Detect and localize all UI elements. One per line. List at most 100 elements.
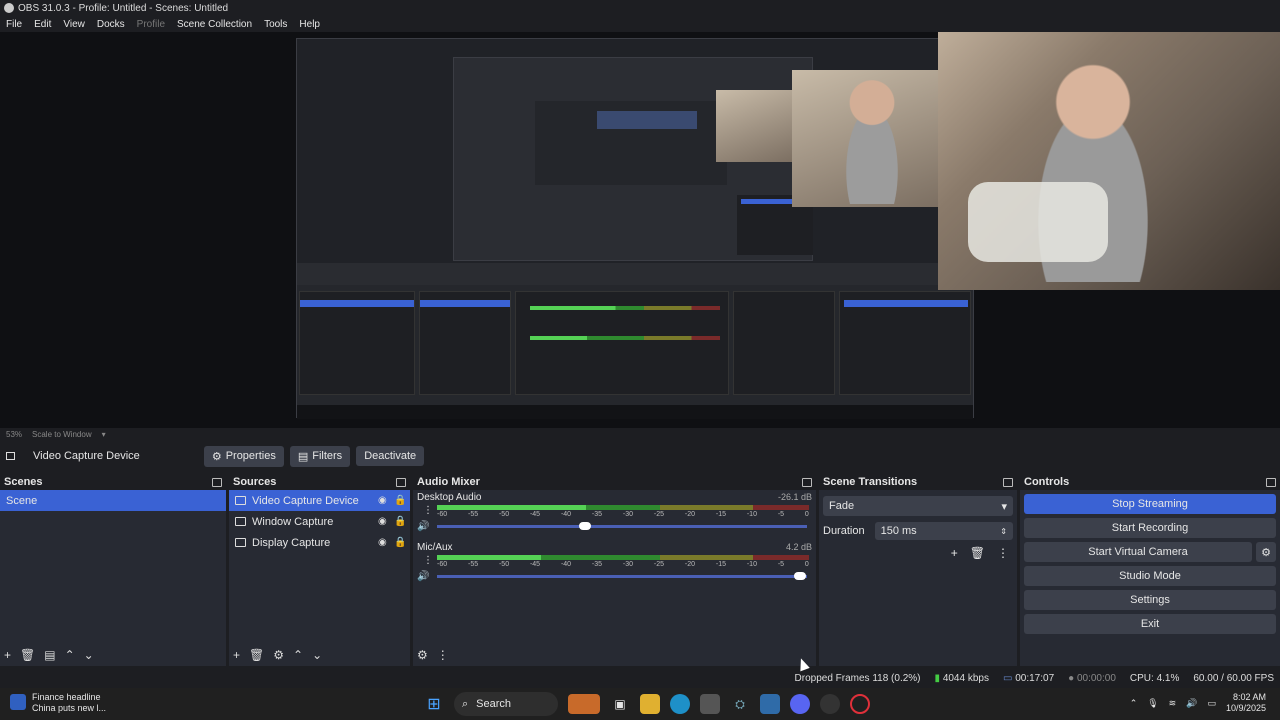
undock-icon[interactable] (396, 477, 406, 487)
undock-icon[interactable] (1266, 477, 1276, 487)
volume-knob[interactable] (794, 572, 807, 580)
clock[interactable]: 8:02 AM 10/9/2025 (1226, 692, 1266, 714)
webcam-feed (938, 32, 1280, 290)
audio-mixer-dock: Audio Mixer Desktop Audio -26.1 dB ⋮ -60 -… (413, 474, 816, 666)
channel-name: Desktop Audio (417, 492, 482, 503)
start-recording-button[interactable]: Start Recording (1024, 518, 1276, 538)
chevron-down-icon[interactable]: ▾ (102, 430, 106, 439)
microphone-icon[interactable]: 🎙 (1147, 698, 1158, 709)
deactivate-button[interactable]: Deactivate (356, 446, 425, 466)
channel-name: Mic/Aux (417, 542, 453, 553)
eye-icon[interactable]: ◉ (378, 495, 388, 506)
meter-ticks: -60 -55 -50 -45 -40 -35 -30 -25 -20 -15 -10 -5 0 (437, 511, 809, 518)
volume-slider[interactable] (437, 572, 808, 580)
meter-tick-label: -10 (746, 511, 757, 518)
lock-icon[interactable]: 🔒 (394, 495, 406, 506)
opera-icon[interactable] (850, 694, 870, 714)
scene-item[interactable]: Scene (0, 490, 226, 511)
arrow-down-icon[interactable]: ⌄ (84, 648, 94, 662)
add-icon[interactable]: + (4, 648, 11, 662)
menu-view[interactable]: View (63, 19, 85, 30)
source-item[interactable]: Display Capture ◉ 🔒 (229, 532, 410, 553)
kebab-menu-icon[interactable]: ⋮ (437, 648, 449, 662)
source-item[interactable]: Video Capture Device ◉ 🔒 (229, 490, 410, 511)
arrow-down-icon[interactable]: ⌄ (312, 648, 322, 662)
task-view-icon[interactable]: ▣ (610, 694, 630, 714)
edge-icon[interactable] (670, 694, 690, 714)
preview-canvas[interactable] (0, 32, 1280, 428)
eye-icon[interactable]: ◉ (378, 516, 388, 527)
advanced-audio-icon[interactable]: ⚙ (417, 648, 428, 662)
volume-icon[interactable]: 🔊 (1186, 698, 1197, 709)
arrow-up-icon[interactable]: ⌃ (293, 648, 303, 662)
meter-tick-label: -5 (777, 561, 785, 568)
kebab-menu-icon[interactable]: ⋮ (997, 546, 1009, 560)
kebab-menu-icon[interactable]: ⋮ (423, 555, 433, 566)
menu-bar: File Edit View Docks Profile Scene Colle… (0, 16, 1280, 32)
menu-profile[interactable]: Profile (137, 19, 165, 30)
app-icon[interactable] (700, 694, 720, 714)
volume-knob[interactable] (579, 522, 592, 530)
steam-icon[interactable]: ⛭ (730, 694, 750, 714)
controls-title: Controls (1024, 476, 1070, 488)
speaker-icon[interactable]: 🔊 (417, 571, 429, 582)
lock-icon[interactable]: 🔒 (394, 537, 406, 548)
source-item[interactable]: Window Capture ◉ 🔒 (229, 511, 410, 532)
duration-input[interactable]: 150 ms ⇕ (874, 522, 1013, 540)
kebab-menu-icon[interactable]: ⋮ (423, 505, 433, 516)
undock-icon[interactable] (212, 477, 222, 487)
pencils-icon[interactable] (568, 694, 600, 714)
chevron-up-icon[interactable]: ⌃ (1130, 698, 1138, 709)
add-icon[interactable]: + (951, 546, 958, 560)
volume-slider[interactable] (437, 522, 808, 530)
cpu-usage: CPU: 4.1% (1129, 672, 1180, 684)
wifi-icon[interactable]: ≋ (1169, 698, 1177, 709)
meter-tick-label: -25 (653, 511, 665, 518)
properties-button[interactable]: ⚙ Properties (203, 445, 284, 467)
calculator-icon[interactable] (760, 694, 780, 714)
discord-icon[interactable] (790, 694, 810, 714)
transition-select[interactable]: Fade ▾ (823, 496, 1013, 516)
settings-button[interactable]: Settings (1024, 590, 1276, 610)
trash-icon[interactable]: 🗑 (249, 648, 264, 662)
monitor-icon (235, 538, 246, 547)
undock-icon[interactable] (1003, 477, 1013, 487)
menu-edit[interactable]: Edit (34, 19, 51, 30)
meter-tick-label: -30 (622, 511, 634, 518)
nested-webcam-small (716, 90, 792, 162)
meter-tick-label: -35 (591, 561, 603, 568)
filters-button[interactable]: ▤ Filters (289, 445, 351, 467)
exit-button[interactable]: Exit (1024, 614, 1276, 634)
windows-start-icon[interactable]: ⊞ (424, 694, 444, 714)
scale-mode[interactable]: Scale to Window (32, 430, 92, 439)
eye-icon[interactable]: ◉ (378, 537, 388, 548)
meter-tick-label: -15 (715, 561, 726, 568)
filter-icon[interactable]: ▤ (44, 648, 55, 662)
taskbar-search[interactable]: ⌕ Search (454, 692, 558, 716)
lock-icon[interactable]: 🔒 (394, 516, 406, 527)
trash-icon[interactable]: 🗑 (20, 648, 35, 662)
menu-file[interactable]: File (6, 19, 22, 30)
menu-scene-collection[interactable]: Scene Collection (177, 19, 252, 30)
stop-streaming-button[interactable]: Stop Streaming (1024, 494, 1276, 514)
start-virtual-camera-button[interactable]: Start Virtual Camera (1024, 542, 1252, 562)
gear-icon[interactable]: ⚙ (1256, 542, 1276, 562)
menu-docks[interactable]: Docks (97, 19, 125, 30)
obs-logo-icon (4, 3, 14, 13)
battery-icon[interactable]: ▭ (1207, 698, 1216, 709)
stream-time: ▭ 00:17:07 (1002, 672, 1055, 684)
trash-icon[interactable]: 🗑 (970, 546, 985, 560)
speaker-icon[interactable]: 🔊 (417, 521, 429, 532)
menu-tools[interactable]: Tools (264, 19, 287, 30)
add-icon[interactable]: + (233, 648, 240, 662)
arrow-up-icon[interactable]: ⌃ (65, 648, 75, 662)
gear-icon[interactable]: ⚙ (273, 648, 284, 662)
channel-db: -26.1 dB (777, 492, 812, 502)
obs-icon[interactable] (820, 694, 840, 714)
fps: 60.00 / 60.00 FPS (1193, 672, 1274, 684)
file-explorer-icon[interactable] (640, 694, 660, 714)
menu-help[interactable]: Help (299, 19, 320, 30)
studio-mode-button[interactable]: Studio Mode (1024, 566, 1276, 586)
undock-icon[interactable] (802, 477, 812, 487)
news-widget[interactable]: Finance headline China puts new l... (10, 692, 106, 714)
